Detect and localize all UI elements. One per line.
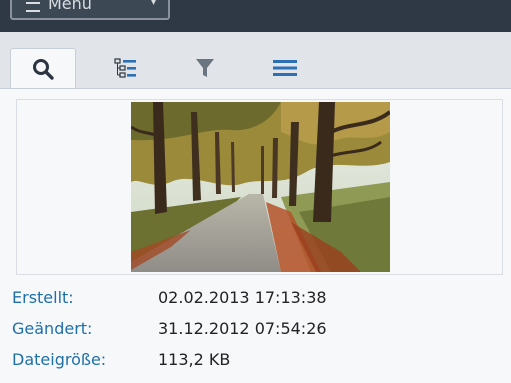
property-label: Dateigröße: <box>12 350 107 369</box>
property-value: 31.12.2012 07:54:26 <box>158 319 327 338</box>
tab-search[interactable] <box>10 48 76 88</box>
tab-tree-list[interactable] <box>92 48 158 88</box>
filter-icon <box>196 59 214 77</box>
tab-filter[interactable] <box>172 48 238 88</box>
property-value: 02.02.2013 17:13:38 <box>158 288 327 307</box>
menu-button[interactable]: Menü ▾ <box>10 0 170 20</box>
tree-list-icon <box>114 58 136 78</box>
menu-button-label: Menü <box>48 0 92 13</box>
list-icon <box>273 60 297 76</box>
hamburger-icon <box>26 2 40 12</box>
tab-strip <box>0 32 511 88</box>
landscape-photo <box>131 102 390 272</box>
image-preview[interactable] <box>131 102 390 272</box>
preview-panel: Erstellt: 02.02.2013 17:13:38 Geändert: … <box>0 88 511 383</box>
property-label: Erstellt: <box>12 288 74 307</box>
chevron-down-icon: ▾ <box>150 0 158 9</box>
top-toolbar: Menü ▾ <box>0 0 511 32</box>
property-value: 113,2 KB <box>158 350 231 369</box>
property-label: Geändert: <box>12 319 93 338</box>
image-preview-frame <box>16 99 503 275</box>
search-icon <box>33 58 54 80</box>
tab-list[interactable] <box>252 48 318 88</box>
